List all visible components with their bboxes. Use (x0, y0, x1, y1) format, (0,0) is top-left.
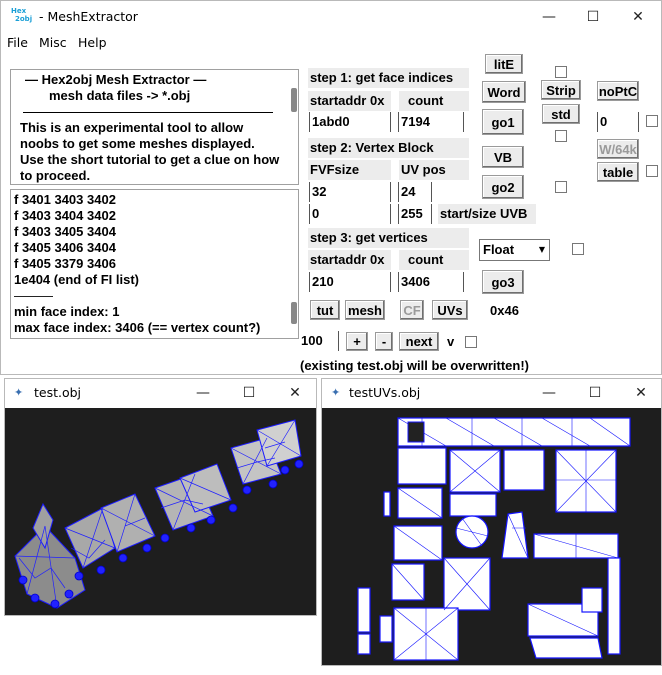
uv-minimize-icon[interactable]: — (526, 379, 572, 407)
lite-button[interactable]: litE (485, 54, 523, 74)
log-line: f 3405 3379 3406 (14, 256, 116, 271)
menu-help[interactable]: Help (78, 35, 107, 50)
main-window: Hex 2obj - MeshExtractor — ☐ ✕ File Misc … (0, 0, 662, 375)
strip-button[interactable]: Strip (541, 80, 581, 100)
step3-title: step 3: get vertices (308, 228, 469, 248)
uv-title: testUVs.obj (349, 385, 421, 400)
test-obj-close-icon[interactable]: ✕ (272, 379, 318, 407)
uv-pos-input[interactable]: 24 (398, 182, 432, 202)
uvb-start-input[interactable]: 0 (309, 204, 391, 224)
overwrite-warning: (existing test.obj will be overwritten!) (300, 358, 529, 373)
log-line: f 3401 3403 3402 (14, 192, 116, 207)
step1-title: step 1: get face indices (308, 68, 469, 88)
intro-scrollbar[interactable] (291, 88, 297, 112)
log-panel: f 3401 3403 3402 f 3403 3404 3402 f 3403… (10, 189, 299, 339)
table-checkbox[interactable] (646, 165, 658, 177)
feather-icon: ✦ (331, 386, 341, 399)
format-select-value: Float (483, 242, 515, 257)
step3-startaddr-input[interactable]: 210 (309, 272, 391, 292)
plus-button[interactable]: + (346, 332, 368, 351)
go3-button[interactable]: go3 (482, 270, 524, 294)
test-obj-minimize-icon[interactable]: — (180, 379, 226, 407)
window-title: - MeshExtractor (39, 9, 138, 24)
uv-close-icon[interactable]: ✕ (618, 379, 662, 407)
hex-readout: 0x46 (490, 303, 519, 318)
table-button[interactable]: table (597, 162, 639, 182)
uv-window: ✦ testUVs.obj — ☐ ✕ (321, 378, 662, 666)
step1-startaddr-label: startaddr 0x (308, 91, 391, 111)
std-checkbox[interactable] (555, 130, 567, 142)
uvb-size-input[interactable]: 255 (398, 204, 432, 224)
menu-misc[interactable]: Misc (39, 35, 67, 50)
tut-button[interactable]: tut (310, 300, 340, 320)
step1-count-label: count (399, 91, 469, 111)
chevron-down-icon: ▼ (538, 245, 545, 254)
minimize-icon[interactable]: — (526, 1, 572, 33)
std-button[interactable]: std (542, 104, 580, 124)
step3-count-label: count (399, 250, 469, 270)
side-value-input[interactable]: 0 (597, 112, 639, 132)
step3-count-input[interactable]: 3406 (398, 272, 464, 292)
fvf-size-input[interactable]: 32 (309, 182, 391, 202)
step2-title: step 2: Vertex Block (308, 138, 469, 158)
minus-button[interactable]: - (375, 332, 393, 351)
log-scrollbar[interactable] (291, 302, 297, 324)
float-checkbox[interactable] (572, 243, 584, 255)
uv-maximize-icon[interactable]: ☐ (572, 379, 618, 407)
mesh-3d-viewport[interactable] (5, 408, 316, 615)
intro-body: This is an experimental tool to allow no… (20, 120, 280, 183)
step3-startaddr-label: startaddr 0x (308, 250, 391, 270)
uv-titlebar[interactable]: ✦ testUVs.obj — ☐ ✕ (322, 379, 661, 407)
next-button[interactable]: next (399, 332, 439, 351)
test-obj-title: test.obj (34, 385, 82, 400)
side-value-checkbox[interactable] (646, 115, 658, 127)
uv-dark-cell (407, 421, 425, 443)
close-icon[interactable]: ✕ (615, 1, 661, 33)
uv-viewport[interactable] (322, 408, 661, 665)
noptc-button[interactable]: noPtC (597, 81, 639, 101)
log-line: 1e404 (end of FI list) (14, 272, 139, 287)
intro-divider (23, 112, 273, 113)
mesh-button[interactable]: mesh (345, 300, 385, 320)
main-titlebar[interactable]: Hex 2obj - MeshExtractor — ☐ ✕ (1, 1, 661, 33)
w64k-button[interactable]: W/64k (597, 139, 639, 159)
v-label: v (447, 334, 455, 349)
intro-panel: — Hex2obj Mesh Extractor — mesh data fil… (10, 69, 299, 185)
go2-button[interactable]: go2 (482, 175, 524, 199)
go2-checkbox[interactable] (555, 181, 567, 193)
strip-top-checkbox[interactable] (555, 66, 567, 78)
log-line: f 3405 3406 3404 (14, 240, 116, 255)
app-logo-icon: Hex 2obj (11, 7, 33, 23)
log-line: f 3403 3404 3402 (14, 208, 116, 223)
uvb-label: start/size UVB (438, 204, 536, 224)
test-obj-maximize-icon[interactable]: ☐ (226, 379, 272, 407)
intro-heading: — Hex2obj Mesh Extractor — (25, 72, 207, 87)
step1-startaddr-input[interactable]: 1abd0 (309, 112, 391, 132)
vb-button[interactable]: VB (482, 146, 524, 168)
uv-map-render (357, 417, 631, 661)
log-line: min face index: 1 (14, 304, 120, 319)
test-obj-window: ✦ test.obj — ☐ ✕ (4, 378, 317, 616)
go1-button[interactable]: go1 (482, 109, 524, 135)
step1-count-input[interactable]: 7194 (398, 112, 464, 132)
step2-fvf-label: FVFsize (308, 160, 391, 180)
mesh-3d-render (14, 419, 304, 609)
uvs-button[interactable]: UVs (432, 300, 468, 320)
zoom-input[interactable]: 100 (299, 331, 339, 351)
log-line: max face index: 3406 (== vertex count?) (14, 320, 261, 335)
step2-uvpos-label: UV pos (399, 160, 469, 180)
feather-icon: ✦ (14, 386, 24, 399)
log-line: ——— (14, 288, 53, 303)
maximize-icon[interactable]: ☐ (570, 1, 616, 33)
log-line: f 3403 3405 3404 (14, 224, 116, 239)
menu-file[interactable]: File (7, 35, 28, 50)
cf-button[interactable]: CF (400, 300, 424, 320)
test-obj-titlebar[interactable]: ✦ test.obj — ☐ ✕ (5, 379, 316, 407)
intro-subheading: mesh data files -> *.obj (49, 88, 191, 103)
v-checkbox[interactable] (465, 336, 477, 348)
format-select[interactable]: Float ▼ (479, 239, 550, 261)
word-button[interactable]: Word (482, 81, 526, 103)
